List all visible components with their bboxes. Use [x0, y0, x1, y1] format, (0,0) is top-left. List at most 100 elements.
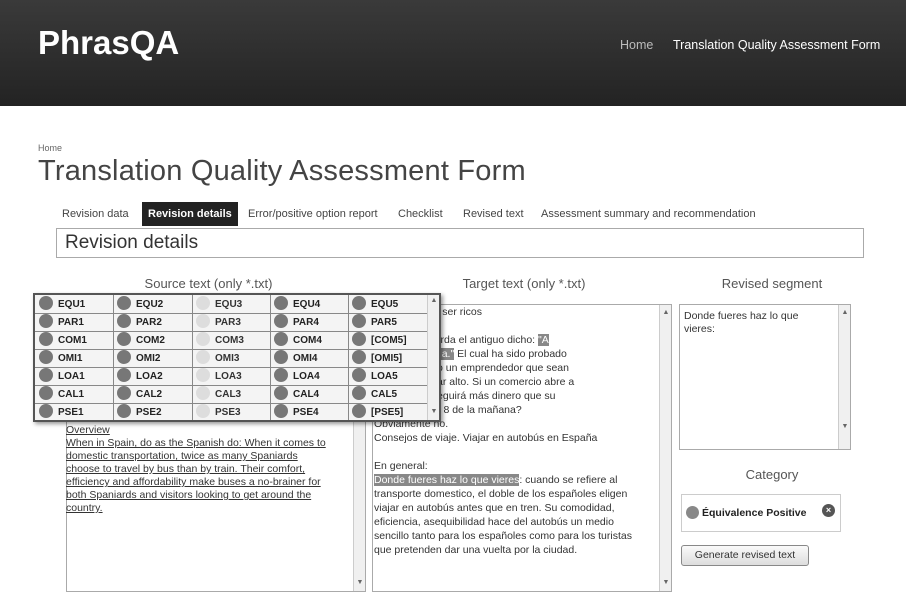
option-label: PSE2 [136, 407, 162, 418]
tab-revised-text[interactable]: Revised text [457, 202, 530, 226]
tab-assessment-summary[interactable]: Assessment summary and recommendation [535, 202, 762, 226]
option-radio-icon[interactable] [196, 368, 210, 383]
error-option-cell[interactable]: CAL1 [39, 386, 111, 403]
error-option-cell[interactable]: PAR3 [196, 314, 268, 331]
option-radio-icon[interactable] [274, 332, 288, 347]
option-radio-icon[interactable] [352, 368, 366, 383]
error-option-cell[interactable]: [COM5] [352, 332, 424, 349]
error-option-cell[interactable]: PSE4 [274, 404, 346, 421]
option-radio-icon[interactable] [274, 314, 288, 329]
option-radio-icon[interactable] [117, 314, 131, 329]
option-radio-icon[interactable] [274, 386, 288, 401]
option-radio-icon[interactable] [352, 404, 366, 419]
nav-form-link[interactable]: Translation Quality Assessment Form [673, 38, 880, 52]
error-option-cell[interactable]: CAL2 [117, 386, 189, 403]
nav-home-link[interactable]: Home [620, 38, 653, 52]
highlight-segment[interactable]: "A [538, 334, 549, 346]
error-option-cell[interactable]: [OMI5] [352, 350, 424, 367]
option-radio-icon[interactable] [39, 332, 53, 347]
option-radio-icon[interactable] [39, 386, 53, 401]
category-label: Équivalence Positive [702, 507, 807, 519]
option-radio-icon[interactable] [196, 350, 210, 365]
error-option-cell[interactable]: LOA4 [274, 368, 346, 385]
error-option-cell[interactable]: [PSE5] [352, 404, 424, 421]
error-option-cell[interactable]: PAR4 [274, 314, 346, 331]
target-scrollbar[interactable] [659, 305, 671, 591]
error-option-cell[interactable]: LOA3 [196, 368, 268, 385]
option-label: OMI3 [215, 353, 240, 364]
error-option-cell[interactable]: LOA1 [39, 368, 111, 385]
option-radio-icon[interactable] [352, 386, 366, 401]
error-option-cell[interactable]: PAR5 [352, 314, 424, 331]
option-radio-icon[interactable] [117, 332, 131, 347]
error-option-cell[interactable]: EQU3 [196, 296, 268, 313]
option-radio-icon[interactable] [196, 296, 210, 311]
tab-checklist[interactable]: Checklist [392, 202, 449, 226]
option-radio-icon[interactable] [196, 314, 210, 329]
option-radio-icon[interactable] [117, 386, 131, 401]
error-option-cell[interactable]: LOA5 [352, 368, 424, 385]
option-radio-icon[interactable] [117, 368, 131, 383]
target-line: Consejos de viaje. Viajar en autobús en … [374, 432, 598, 444]
error-option-cell[interactable]: PSE1 [39, 404, 111, 421]
tab-revision-data[interactable]: Revision data [56, 202, 135, 226]
option-radio-icon[interactable] [274, 296, 288, 311]
option-radio-icon[interactable] [117, 404, 131, 419]
option-radio-icon[interactable] [117, 296, 131, 311]
error-option-cell[interactable]: OMI3 [196, 350, 268, 367]
scroll-down-icon[interactable]: ▼ [428, 408, 440, 415]
option-radio-icon[interactable] [352, 350, 366, 365]
option-radio-icon[interactable] [352, 314, 366, 329]
error-option-cell[interactable]: COM2 [117, 332, 189, 349]
option-radio-icon[interactable] [352, 332, 366, 347]
option-radio-icon[interactable] [352, 296, 366, 311]
error-option-cell[interactable]: COM4 [274, 332, 346, 349]
error-option-cell[interactable]: CAL5 [352, 386, 424, 403]
breadcrumb[interactable]: Home [38, 143, 62, 153]
error-option-cell[interactable]: PAR2 [117, 314, 189, 331]
error-option-cell[interactable]: EQU1 [39, 296, 111, 313]
error-option-cell[interactable]: OMI1 [39, 350, 111, 367]
option-radio-icon[interactable] [117, 350, 131, 365]
error-option-cell[interactable]: OMI4 [274, 350, 346, 367]
scroll-up-icon[interactable]: ▲ [428, 297, 440, 304]
highlight-segment[interactable]: Donde fueres haz lo que vieres [374, 474, 520, 486]
option-radio-icon[interactable] [196, 386, 210, 401]
option-radio-icon[interactable] [39, 314, 53, 329]
error-option-cell[interactable]: EQU5 [352, 296, 424, 313]
error-option-cell[interactable]: PSE2 [117, 404, 189, 421]
error-option-cell[interactable]: CAL3 [196, 386, 268, 403]
option-radio-icon[interactable] [39, 368, 53, 383]
error-option-cell[interactable]: COM1 [39, 332, 111, 349]
error-option-cell[interactable]: EQU4 [274, 296, 346, 313]
option-radio-icon[interactable] [39, 296, 53, 311]
option-radio-icon[interactable] [196, 332, 210, 347]
category-box[interactable]: Équivalence Positive × [681, 494, 841, 532]
error-option-cell[interactable]: PSE3 [196, 404, 268, 421]
error-option-cell[interactable]: OMI2 [117, 350, 189, 367]
error-option-cell[interactable]: CAL4 [274, 386, 346, 403]
error-option-cell[interactable]: EQU2 [117, 296, 189, 313]
option-radio-icon[interactable] [274, 350, 288, 365]
tab-revision-details[interactable]: Revision details [142, 202, 238, 226]
error-option-cell[interactable]: PAR1 [39, 314, 111, 331]
scroll-down-icon[interactable]: ▼ [839, 423, 850, 430]
scroll-up-icon[interactable]: ▲ [660, 309, 671, 316]
option-radio-icon[interactable] [39, 350, 53, 365]
error-option-cell[interactable]: LOA2 [117, 368, 189, 385]
option-radio-icon[interactable] [39, 404, 53, 419]
category-dot-icon [686, 506, 699, 519]
target-line: eficiencia, asequibilidad hace del autob… [374, 516, 614, 528]
brand-logo[interactable]: PhrasQA [38, 24, 179, 62]
option-radio-icon[interactable] [274, 404, 288, 419]
scroll-down-icon[interactable]: ▼ [354, 579, 365, 586]
remove-category-icon[interactable]: × [822, 504, 835, 517]
generate-revised-text-button[interactable]: Generate revised text [681, 545, 809, 566]
option-radio-icon[interactable] [274, 368, 288, 383]
tab-error-report[interactable]: Error/positive option report [242, 202, 384, 226]
error-option-cell[interactable]: COM3 [196, 332, 268, 349]
scroll-up-icon[interactable]: ▲ [839, 309, 850, 316]
option-radio-icon[interactable] [196, 404, 210, 419]
scroll-down-icon[interactable]: ▼ [660, 579, 671, 586]
grid-scrollbar[interactable] [427, 295, 439, 420]
